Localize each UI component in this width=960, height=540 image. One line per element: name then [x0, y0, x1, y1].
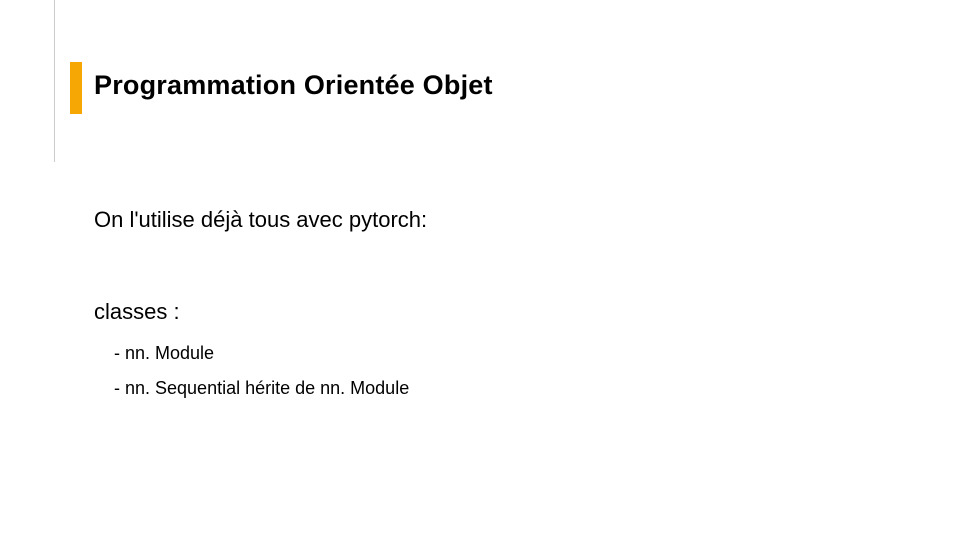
bullet-text: - nn. Sequential hérite de nn. Module: [114, 378, 409, 398]
bullet-item-1: - nn. Module: [114, 343, 214, 364]
vertical-divider: [54, 0, 55, 162]
body-text-line-2: classes :: [94, 299, 180, 325]
body-text-line-1: On l'utilise déjà tous avec pytorch:: [94, 207, 427, 233]
slide-title: Programmation Orientée Objet: [94, 70, 493, 101]
bullet-item-2: - nn. Sequential hérite de nn. Module: [114, 378, 409, 399]
bullet-text: - nn. Module: [114, 343, 214, 363]
slide: Programmation Orientée Objet On l'utilis…: [0, 0, 960, 540]
accent-bar: [70, 62, 82, 114]
